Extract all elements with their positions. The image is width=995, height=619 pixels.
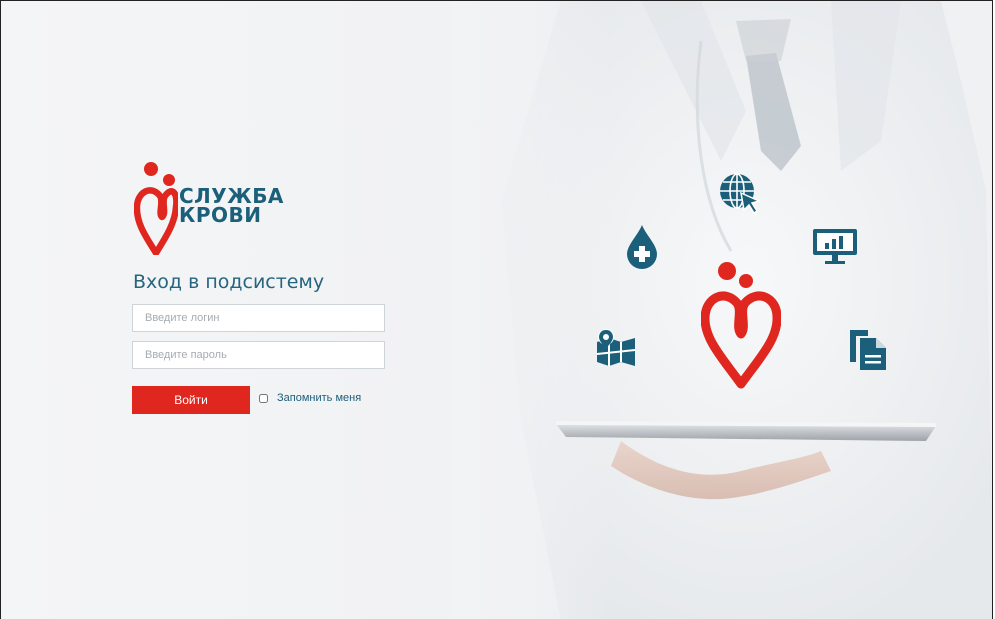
login-input[interactable] — [132, 304, 385, 332]
globe-cursor-icon — [720, 173, 762, 215]
brand-name-line2: КРОВИ — [179, 203, 262, 227]
brand-name: СЛУЖБА КРОВИ — [179, 186, 284, 227]
remember-me-label[interactable]: Запомнить меня — [277, 392, 361, 404]
heart-logo-icon — [701, 262, 781, 389]
map-marker-icon — [596, 329, 636, 366]
login-page: СЛУЖБА КРОВИ Вход в подсистему Войти Зап… — [0, 0, 993, 619]
blood-drop-plus-icon — [627, 225, 657, 269]
monitor-chart-icon — [813, 229, 857, 264]
remember-me[interactable]: Запомнить меня — [259, 392, 361, 404]
login-title: Вход в подсистему — [133, 271, 325, 293]
documents-icon — [850, 330, 886, 370]
brand-logo — [134, 162, 178, 255]
remember-me-checkbox[interactable] — [259, 393, 268, 403]
login-button[interactable]: Войти — [132, 386, 250, 414]
password-input[interactable] — [132, 341, 385, 369]
